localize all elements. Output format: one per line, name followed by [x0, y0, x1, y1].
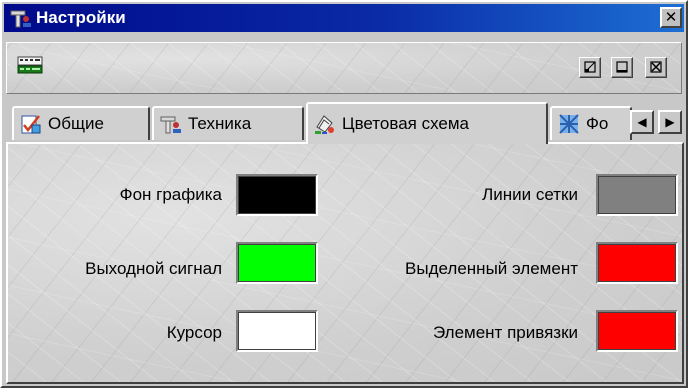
window-close-button[interactable]: ✕	[660, 7, 682, 28]
background-color-swatch[interactable]	[236, 174, 318, 216]
close-button[interactable]	[645, 57, 667, 78]
selected-element-label: Выделенный элемент	[405, 259, 578, 278]
minimize-button[interactable]	[611, 57, 633, 78]
close-icon	[650, 61, 662, 73]
tab-general-label: Общие	[48, 114, 104, 133]
keyboard-icon[interactable]	[17, 55, 43, 75]
arrow-right-icon: ▶	[665, 115, 675, 129]
output-signal-swatch[interactable]	[236, 242, 318, 284]
arrow-left-icon: ◀	[637, 115, 647, 129]
tab-strip: Общие Техника Цветовая схема Фо ◀ ▶	[6, 102, 686, 144]
restore-button[interactable]	[579, 57, 601, 78]
restore-icon	[584, 61, 596, 73]
hardware-icon	[160, 113, 182, 135]
tab-scroll-left-button[interactable]: ◀	[630, 110, 654, 134]
tab-hardware[interactable]: Техника	[152, 106, 304, 140]
grid-lines-swatch[interactable]	[596, 174, 678, 216]
snap-element-value	[598, 312, 676, 350]
cursor-swatch[interactable]	[236, 310, 318, 352]
cursor-label: Курсор	[166, 323, 222, 342]
hardware-icon	[10, 7, 32, 29]
font-icon	[558, 113, 580, 135]
title-bar[interactable]: Настройки ✕	[4, 4, 684, 32]
minimize-icon	[616, 61, 628, 73]
selected-element-swatch[interactable]	[596, 242, 678, 284]
snap-element-label: Элемент привязки	[433, 323, 578, 342]
background-color-value	[238, 176, 316, 214]
tab-color-scheme[interactable]: Цветовая схема	[306, 102, 548, 144]
tab-color-scheme-label: Цветовая схема	[342, 114, 469, 133]
window-title: Настройки	[36, 8, 126, 27]
output-signal-label: Выходной сигнал	[85, 259, 222, 278]
snap-element-swatch[interactable]	[596, 310, 678, 352]
grid-lines-value	[598, 176, 676, 214]
close-icon: ✕	[664, 8, 678, 26]
palette-icon	[314, 113, 336, 135]
tab-scroll-right-button[interactable]: ▶	[658, 110, 682, 134]
tab-general[interactable]: Общие	[12, 106, 150, 140]
toolbar	[6, 42, 682, 94]
cursor-value	[238, 312, 316, 350]
grid-lines-label: Линии сетки	[482, 185, 578, 204]
tab-hardware-label: Техника	[188, 114, 252, 133]
tab-font-label: Фо	[586, 114, 609, 133]
selected-element-value	[598, 244, 676, 282]
color-scheme-panel: Фон графика Выходной сигнал Курсор Линии…	[6, 142, 684, 384]
general-settings-icon	[20, 113, 42, 135]
output-signal-value	[238, 244, 316, 282]
background-color-label: Фон графика	[119, 185, 222, 204]
tab-font[interactable]: Фо	[550, 106, 632, 140]
settings-window: Настройки ✕ Общие Техника Цветовая схема…	[0, 0, 688, 388]
